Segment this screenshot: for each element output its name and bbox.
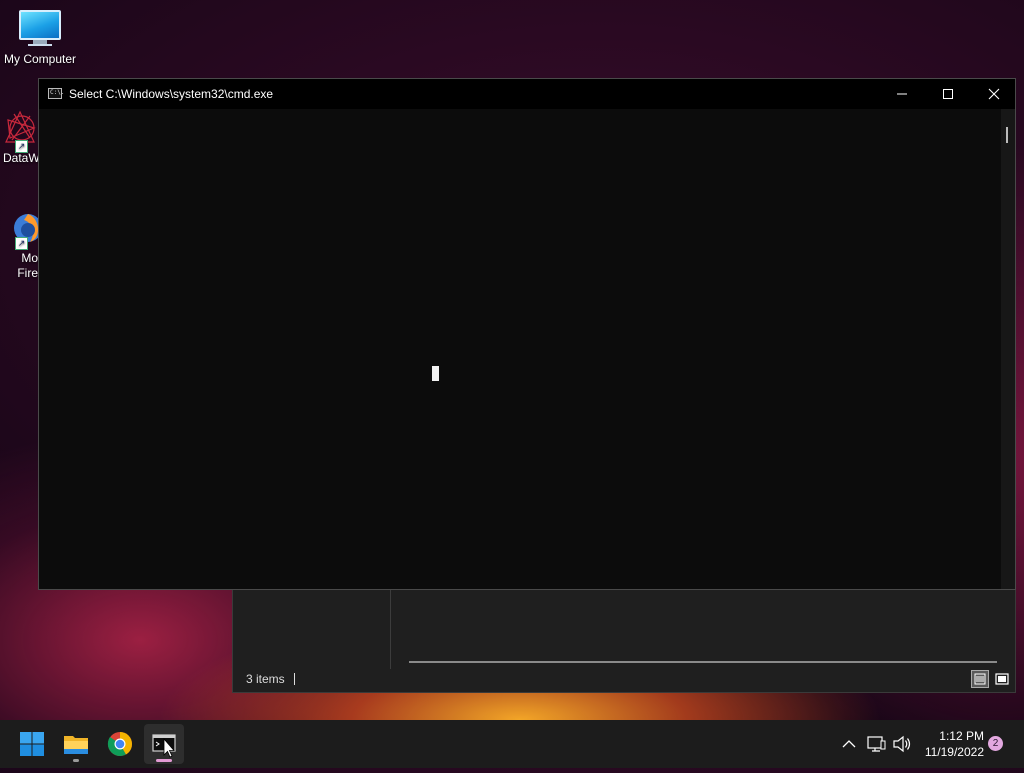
running-indicator xyxy=(73,759,79,762)
cmd-app-icon: C:\. xyxy=(48,88,64,99)
taskbar-file-explorer[interactable] xyxy=(56,724,96,764)
clock-date: 11/19/2022 xyxy=(924,745,984,759)
taskbar-cmd[interactable] xyxy=(144,724,184,764)
shortcut-arrow-icon: ↗ xyxy=(15,237,28,250)
shortcut-arrow-icon: ↗ xyxy=(15,140,28,153)
desktop-icon-label: My Computer xyxy=(3,52,77,66)
vertical-scrollbar[interactable] xyxy=(1001,109,1015,589)
status-separator xyxy=(294,673,295,685)
monitor-icon xyxy=(0,10,80,46)
details-view-icon xyxy=(974,673,986,685)
taskbar-chrome[interactable] xyxy=(100,724,140,764)
desktop-icon-label: DataW xyxy=(3,151,40,165)
network-icon xyxy=(867,736,886,752)
start-button[interactable] xyxy=(12,724,52,764)
desktop-icon-my-computer[interactable]: My Computer xyxy=(0,10,80,66)
window-title: Select C:\Windows\system32\cmd.exe xyxy=(69,87,274,101)
active-indicator xyxy=(156,759,172,762)
details-view-button[interactable] xyxy=(971,670,989,688)
desktop-icon-label-line: Mo xyxy=(21,251,38,265)
folder-icon xyxy=(64,736,88,754)
maximize-button[interactable] xyxy=(925,79,971,109)
maximize-icon xyxy=(943,89,953,99)
cmd-titlebar[interactable]: C:\. Select C:\Windows\system32\cmd.exe xyxy=(39,79,1015,109)
show-hidden-icons-button[interactable] xyxy=(838,720,860,768)
notification-badge[interactable]: 2 xyxy=(988,736,1003,751)
close-icon xyxy=(988,88,1000,100)
cmd-icon xyxy=(152,734,176,758)
volume-button[interactable] xyxy=(890,720,914,768)
chrome-icon xyxy=(107,732,132,757)
clock[interactable]: 1:12 PM 11/19/2022 xyxy=(918,728,984,760)
file-explorer-window[interactable]: 3 items xyxy=(232,586,1016,693)
volume-icon xyxy=(893,735,911,753)
text-cursor xyxy=(432,366,439,381)
scrollbar-thumb[interactable] xyxy=(1006,127,1008,143)
horizontal-scrollbar[interactable] xyxy=(409,661,997,663)
navigation-pane[interactable] xyxy=(233,587,391,669)
minimize-icon xyxy=(897,93,907,95)
clock-time: 1:12 PM xyxy=(939,729,984,743)
network-button[interactable] xyxy=(864,720,888,768)
desktop-icon-firefox[interactable]: ↗ Mo Fire xyxy=(0,208,42,281)
item-count: 3 items xyxy=(246,672,285,686)
status-bar: 3 items xyxy=(233,668,1015,692)
minimize-button[interactable] xyxy=(879,79,925,109)
console-area[interactable] xyxy=(39,109,1001,589)
cmd-window[interactable]: C:\. Select C:\Windows\system32\cmd.exe xyxy=(38,78,1016,590)
large-icons-view-button[interactable] xyxy=(993,670,1011,688)
desktop-icon-datawrangler[interactable]: ↗ DataW xyxy=(0,108,40,165)
desktop-icon-label-line: Fire xyxy=(17,266,38,280)
chevron-up-icon xyxy=(842,740,856,748)
windows-logo-icon xyxy=(20,732,44,756)
taskbar: 1:12 PM 11/19/2022 xyxy=(0,720,1024,768)
desktop-icon-label: Mo Fire xyxy=(0,251,40,281)
large-icons-view-icon xyxy=(995,673,1009,685)
close-button[interactable] xyxy=(971,79,1017,109)
